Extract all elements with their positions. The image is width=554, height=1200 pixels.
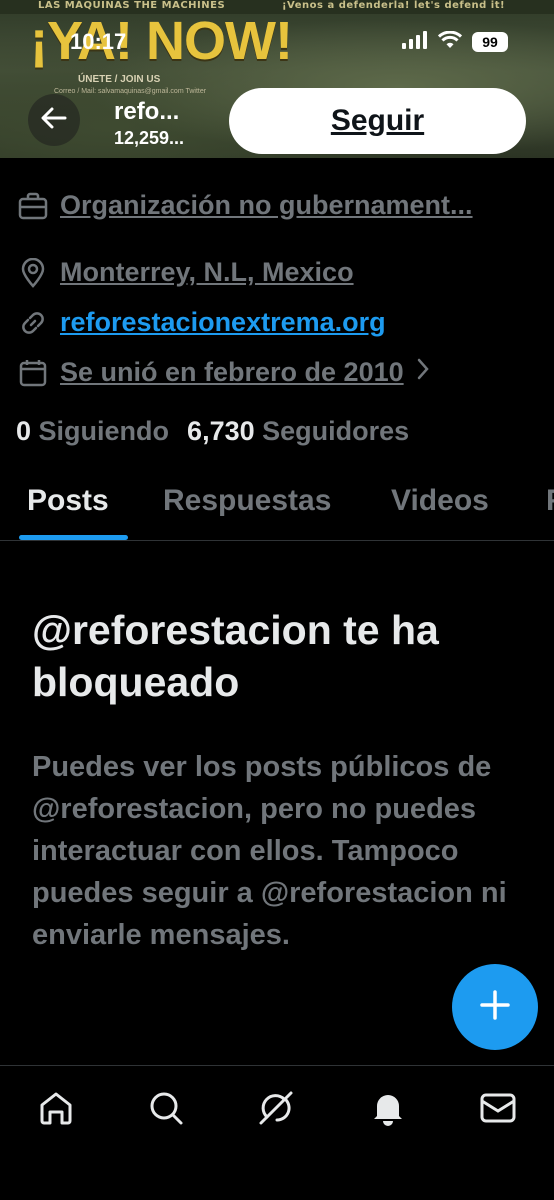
wifi-icon xyxy=(437,30,463,53)
back-arrow-icon xyxy=(41,106,67,134)
nav-messages[interactable] xyxy=(478,1090,518,1130)
link-icon xyxy=(18,308,48,338)
calendar-icon xyxy=(18,358,48,388)
mail-icon xyxy=(479,1092,517,1128)
tab-respuestas[interactable]: Respuestas xyxy=(163,484,331,518)
followers-count: 6,730 xyxy=(187,416,255,446)
follow-button[interactable]: Seguir xyxy=(229,88,526,154)
profile-joined-row[interactable]: Se unió en febrero de 2010 xyxy=(18,357,430,388)
profile-category: Organización no gubernament... xyxy=(60,190,473,220)
grok-icon xyxy=(257,1089,295,1131)
search-icon xyxy=(148,1090,184,1130)
profile-joined-date: Se unió en febrero de 2010 xyxy=(60,357,404,387)
status-icons: 99 xyxy=(402,30,508,53)
profile-location: Monterrey, N.L, Mexico xyxy=(60,257,354,287)
following-stat[interactable]: 0 Siguiendo xyxy=(16,416,169,447)
following-label: Siguiendo xyxy=(38,416,170,446)
nav-home[interactable] xyxy=(36,1090,76,1130)
profile-location-row: Monterrey, N.L, Mexico xyxy=(18,257,354,288)
banner-subtitle: ÚNETE / JOIN US xyxy=(78,74,161,85)
profile-category-row[interactable]: Organización no gubernament... xyxy=(18,190,473,221)
home-icon xyxy=(38,1090,74,1130)
blocked-description: Puedes ver los posts públicos de @refore… xyxy=(32,751,507,951)
nav-search[interactable] xyxy=(146,1090,186,1130)
nav-grok[interactable] xyxy=(256,1090,296,1130)
following-count: 0 xyxy=(16,416,32,446)
chevron-right-icon xyxy=(416,357,430,388)
back-button[interactable] xyxy=(28,94,80,146)
plus-icon xyxy=(479,989,511,1025)
followers-stat[interactable]: 6,730 Seguidores xyxy=(187,416,409,447)
status-time: 10:17 xyxy=(70,29,127,54)
tab-posts[interactable]: Posts xyxy=(27,484,109,518)
nav-notifications[interactable] xyxy=(368,1090,408,1130)
profile-tabs: Posts Respuestas Videos F xyxy=(0,470,554,541)
tab-videos[interactable]: Videos xyxy=(391,484,489,518)
blocked-title: @reforestacion te ha bloqueado xyxy=(32,607,439,705)
location-pin-icon xyxy=(18,257,48,288)
follow-stats: 0 Siguiendo 6,730 Seguidores xyxy=(16,416,409,447)
tab-partial[interactable]: F xyxy=(546,484,554,518)
profile-website-row[interactable]: reforestacionextrema.org xyxy=(18,307,386,338)
banner-mail: Correo / Mail: salvamaquinas@gmail.com T… xyxy=(54,88,207,95)
battery-icon: 99 xyxy=(472,32,508,52)
bottom-nav xyxy=(0,1065,554,1200)
profile-website-link[interactable]: reforestacionextrema.org xyxy=(60,307,386,338)
bell-icon xyxy=(371,1090,405,1130)
header-post-count: 12,259... xyxy=(114,128,185,148)
briefcase-icon xyxy=(18,191,48,221)
followers-label: Seguidores xyxy=(262,416,410,446)
cellular-signal-icon xyxy=(402,31,428,53)
header-profile-name: refo... xyxy=(114,98,180,125)
active-tab-indicator xyxy=(19,535,128,540)
compose-button[interactable] xyxy=(452,964,538,1050)
banner-top-right-text: ¡Venos a defenderla! let's defend it! xyxy=(282,0,506,11)
